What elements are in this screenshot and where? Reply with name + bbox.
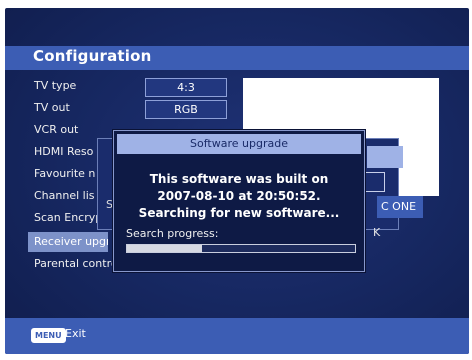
exit-label[interactable]: Exit bbox=[65, 327, 86, 340]
progress-label: Search progress: bbox=[126, 227, 219, 240]
dialog-message-line-2: 2007-08-10 at 20:50:52. bbox=[157, 189, 321, 203]
background-dialog-box bbox=[365, 172, 385, 192]
dialog-title: Software upgrade bbox=[117, 134, 361, 154]
menu-item-favourite[interactable]: Favourite n bbox=[28, 164, 98, 184]
menu-item-tv-type[interactable]: TV type bbox=[28, 76, 120, 96]
background-dialog-bar bbox=[367, 146, 403, 168]
page-title: Configuration bbox=[33, 47, 152, 65]
progress-bar bbox=[126, 244, 356, 253]
menu-item-receiver-upgrade[interactable]: Receiver upgr bbox=[28, 232, 108, 252]
tv-out-value[interactable]: RGB bbox=[145, 100, 227, 119]
tv-screen: Configuration TV type TV out VCR out HDM… bbox=[5, 8, 469, 354]
progress-bar-fill bbox=[127, 245, 203, 252]
dialog-message-line-1: This software was built on bbox=[149, 172, 329, 186]
background-letter-k: K bbox=[373, 226, 381, 239]
menu-item-vcr-out[interactable]: VCR out bbox=[28, 120, 120, 140]
dialog-message-line-3: Searching for new software... bbox=[138, 206, 340, 220]
menu-key-icon: MENU bbox=[31, 328, 66, 343]
menu-item-channel-list[interactable]: Channel lis bbox=[28, 186, 98, 206]
menu-item-scan-encrypted[interactable]: Scan Encryp bbox=[28, 208, 108, 228]
menu-item-tv-out[interactable]: TV out bbox=[28, 98, 120, 118]
software-upgrade-dialog: Software upgrade This software was built… bbox=[113, 130, 365, 272]
tv-type-value[interactable]: 4:3 bbox=[145, 78, 227, 97]
menu-item-hdmi-resolution[interactable]: HDMI Reso bbox=[28, 142, 98, 162]
background-channel-label: C ONE bbox=[377, 196, 423, 218]
